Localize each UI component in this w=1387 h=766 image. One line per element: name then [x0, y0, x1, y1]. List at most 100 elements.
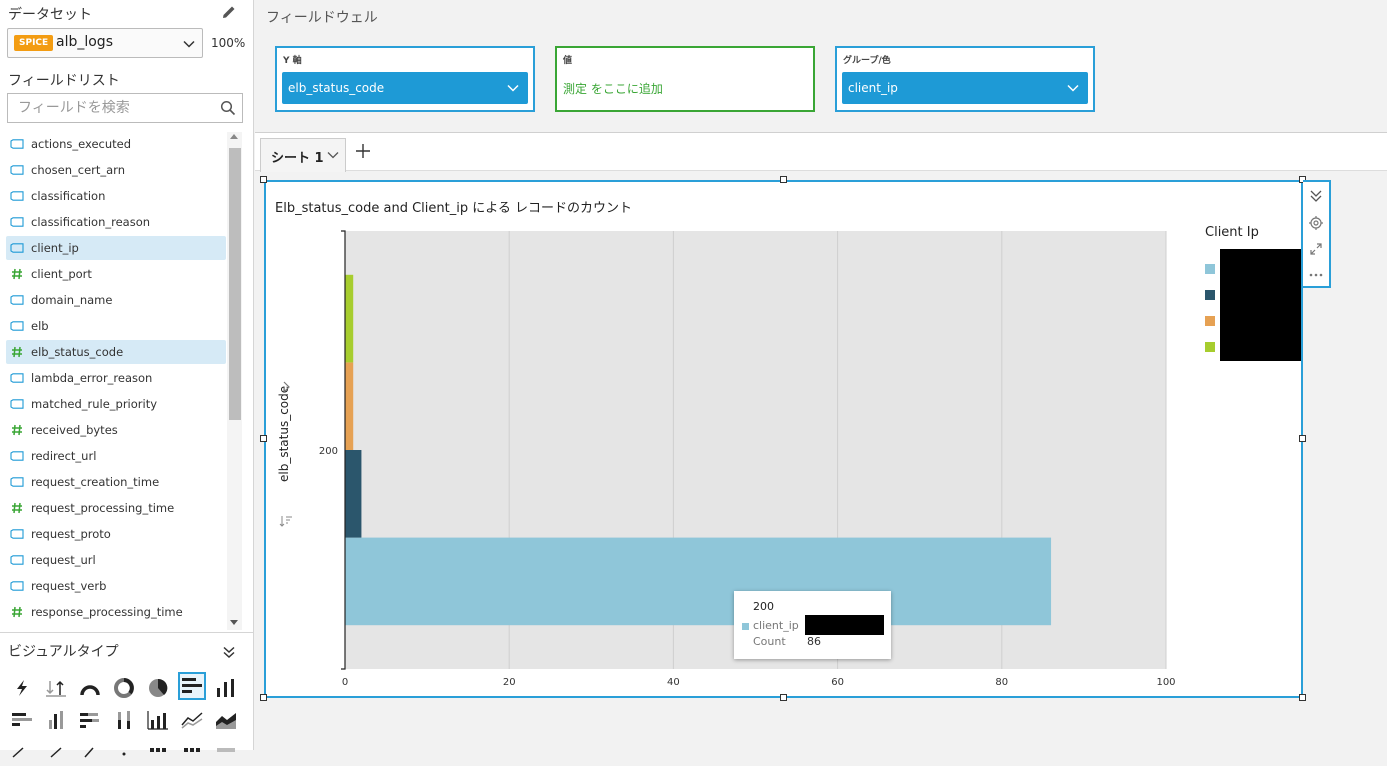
- donut-chart-icon[interactable]: [110, 674, 138, 702]
- autograph-icon[interactable]: [8, 674, 36, 702]
- chevron-down-icon: [183, 40, 195, 48]
- y-tick-label: 200: [319, 446, 338, 457]
- scatter-plot-icon[interactable]: [110, 738, 138, 766]
- tooltip-count-label: Count: [753, 635, 786, 648]
- resize-handle[interactable]: [1299, 694, 1306, 701]
- tooltip-field-label: client_ip: [753, 619, 799, 632]
- chevron-right-icon[interactable]: [280, 380, 292, 394]
- tab-sheet-1[interactable]: シート 1: [260, 138, 346, 172]
- scroll-down-arrow-icon[interactable]: [230, 620, 238, 625]
- y-axis-field-chip[interactable]: elb_status_code: [282, 72, 528, 104]
- bar-segment[interactable]: [345, 450, 362, 538]
- expand-icon[interactable]: [1308, 241, 1324, 257]
- kpi-icon[interactable]: [42, 674, 70, 702]
- field-label: actions_executed: [31, 137, 132, 151]
- add-sheet-icon[interactable]: [355, 143, 371, 159]
- table-icon[interactable]: [212, 738, 240, 766]
- tooltip-header: 200: [753, 600, 774, 613]
- field-item[interactable]: request_proto: [6, 522, 226, 546]
- line-variant-icon[interactable]: [8, 738, 36, 766]
- combo-chart-icon[interactable]: [144, 706, 172, 734]
- stacked-bar-chart-icon[interactable]: [76, 706, 104, 734]
- double-chevron-down-icon[interactable]: [222, 645, 236, 659]
- field-item[interactable]: client_port: [6, 262, 226, 286]
- line-variant-icon[interactable]: [76, 738, 104, 766]
- bar-segment[interactable]: [345, 274, 354, 363]
- field-item[interactable]: elb_status_code: [6, 340, 226, 364]
- resize-handle[interactable]: [260, 176, 267, 183]
- dataset-percent: 100%: [211, 36, 246, 50]
- resize-handle[interactable]: [780, 694, 787, 701]
- value-well[interactable]: 値 測定 をここに追加: [555, 46, 815, 112]
- horizontal-bar-chart-icon[interactable]: [178, 672, 206, 700]
- stacked-column-chart-icon[interactable]: [110, 706, 138, 734]
- sidebar: データセット SPICE alb_logs 100% フィールドリスト acti…: [0, 0, 254, 758]
- legend-swatch[interactable]: [1205, 264, 1215, 274]
- scrollbar-thumb[interactable]: [229, 148, 241, 420]
- dataset-select[interactable]: SPICE alb_logs: [7, 28, 203, 58]
- bar-segment[interactable]: [345, 362, 354, 450]
- group-color-well[interactable]: グループ/色 client_ip: [835, 46, 1095, 112]
- search-icon[interactable]: [220, 100, 236, 116]
- field-label: domain_name: [31, 293, 113, 307]
- field-item[interactable]: request_processing_time: [6, 496, 226, 520]
- field-item[interactable]: request_creation_time: [6, 470, 226, 494]
- field-item[interactable]: matched_rule_priority: [6, 392, 226, 416]
- field-item[interactable]: client_ip: [6, 236, 226, 260]
- field-item[interactable]: domain_name: [6, 288, 226, 312]
- bar-segment[interactable]: [345, 537, 1052, 626]
- gear-icon[interactable]: [1308, 215, 1324, 231]
- y-axis-well[interactable]: Y 軸 elb_status_code: [275, 46, 535, 112]
- pencil-icon[interactable]: [220, 3, 238, 21]
- legend-swatch[interactable]: [1205, 342, 1215, 352]
- scroll-up-arrow-icon[interactable]: [230, 134, 238, 139]
- vertical-bar-chart-icon[interactable]: [212, 674, 240, 702]
- field-item[interactable]: classification: [6, 184, 226, 208]
- field-item[interactable]: lambda_error_reason: [6, 366, 226, 390]
- group-color-field-chip[interactable]: client_ip: [842, 72, 1088, 104]
- field-wells-title: フィールドウェル: [266, 10, 378, 26]
- field-search-input[interactable]: [8, 94, 208, 122]
- field-item[interactable]: request_url: [6, 548, 226, 572]
- more-options-icon[interactable]: [1308, 267, 1324, 283]
- y-axis-field-name: elb_status_code: [288, 81, 385, 95]
- spice-badge: SPICE: [14, 35, 54, 51]
- collapse-icon[interactable]: [1308, 188, 1324, 204]
- field-item[interactable]: response_processing_time: [6, 600, 226, 624]
- redacted-legend-labels: [1220, 249, 1301, 361]
- field-item[interactable]: elb: [6, 314, 226, 338]
- visual-container[interactable]: Elb_status_code and Client_ip による レコードのカ…: [264, 180, 1303, 698]
- resize-handle[interactable]: [1299, 435, 1306, 442]
- sort-icon[interactable]: [279, 514, 293, 528]
- pie-chart-icon[interactable]: [144, 674, 172, 702]
- dimension-tag-icon: [10, 372, 24, 384]
- heat-map-icon[interactable]: [144, 738, 172, 766]
- legend-swatch[interactable]: [1205, 290, 1215, 300]
- field-item[interactable]: received_bytes: [6, 418, 226, 442]
- field-label: classification_reason: [31, 215, 151, 229]
- legend-swatch[interactable]: [1205, 316, 1215, 326]
- field-item[interactable]: actions_executed: [6, 132, 226, 156]
- pivot-table-icon[interactable]: [178, 738, 206, 766]
- clustered-column-chart-icon[interactable]: [42, 706, 70, 734]
- resize-handle[interactable]: [780, 176, 787, 183]
- field-item[interactable]: classification_reason: [6, 210, 226, 234]
- y-axis-label[interactable]: elb_status_code: [277, 386, 291, 482]
- area-chart-icon[interactable]: [212, 706, 240, 734]
- field-item[interactable]: chosen_cert_arn: [6, 158, 226, 182]
- field-label: request_creation_time: [31, 475, 160, 489]
- line-variant-icon[interactable]: [42, 738, 70, 766]
- resize-handle[interactable]: [260, 435, 267, 442]
- x-tick-label: 100: [1156, 677, 1175, 688]
- chevron-down-icon[interactable]: [1066, 81, 1080, 95]
- chevron-down-icon[interactable]: [327, 149, 339, 161]
- gauge-icon[interactable]: [76, 674, 104, 702]
- chevron-down-icon[interactable]: [506, 81, 520, 95]
- field-item[interactable]: request_verb: [6, 574, 226, 598]
- x-tick-label: 60: [831, 677, 844, 688]
- field-item[interactable]: redirect_url: [6, 444, 226, 468]
- clustered-bar-chart-icon[interactable]: [8, 706, 36, 734]
- line-chart-icon[interactable]: [178, 706, 206, 734]
- x-tick-label: 0: [342, 677, 348, 688]
- resize-handle[interactable]: [260, 694, 267, 701]
